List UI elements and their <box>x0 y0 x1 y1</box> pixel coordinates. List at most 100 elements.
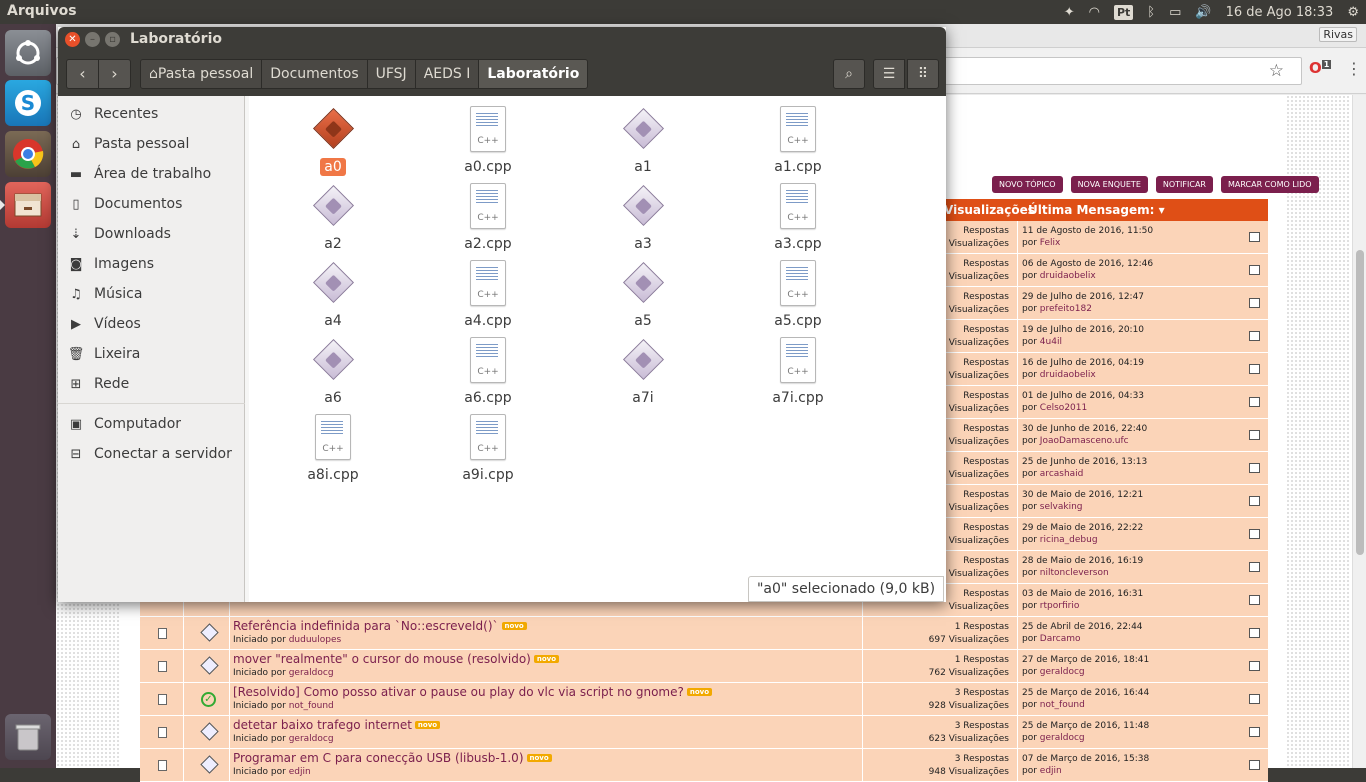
executable-file-item[interactable]: a6 <box>278 333 388 410</box>
cpp-file-item[interactable]: C++ a9i.cpp <box>433 410 543 487</box>
go-to-last-message-icon[interactable] <box>1249 694 1260 704</box>
last-message-user-link[interactable]: geraldocg <box>1040 667 1085 677</box>
clock[interactable]: 16 de Ago 18:33 <box>1226 5 1334 20</box>
views-column-header[interactable]: Visualizações <box>944 203 1035 217</box>
chrome-launcher[interactable] <box>5 131 51 177</box>
topic-title-link[interactable]: Referência indefinida para `No::escreveI… <box>233 619 499 633</box>
sidebar-item-música[interactable]: ♫ Música <box>58 280 245 308</box>
bluetooth-icon[interactable]: ᛒ <box>1147 5 1155 20</box>
executable-file-item[interactable]: a5 <box>588 256 698 333</box>
maximize-window-button[interactable]: ▫ <box>105 32 120 47</box>
go-to-last-message-icon[interactable] <box>1249 265 1260 275</box>
executable-file-item[interactable]: a4 <box>278 256 388 333</box>
go-to-last-message-icon[interactable] <box>1249 760 1260 770</box>
close-window-button[interactable]: ✕ <box>65 32 80 47</box>
dash-home-button[interactable] <box>5 30 51 76</box>
topic-title-link[interactable]: mover "realmente" o cursor do mouse (res… <box>233 652 531 666</box>
last-message-user-link[interactable]: prefeito182 <box>1040 304 1092 314</box>
gear-icon[interactable]: ⚙ <box>1347 5 1359 20</box>
author-link[interactable]: duduulopes <box>289 635 341 645</box>
minimize-window-button[interactable]: – <box>85 32 100 47</box>
executable-file-item[interactable]: a1 <box>588 102 698 179</box>
last-message-user-link[interactable]: JoaoDamasceno.ufc <box>1040 436 1129 446</box>
breadcrumb-laboratorio[interactable]: Laboratório <box>479 60 588 88</box>
app-menu-title[interactable]: Arquivos <box>7 3 77 19</box>
go-to-last-message-icon[interactable] <box>1249 628 1260 638</box>
cpp-file-item[interactable]: C++ a7i.cpp <box>743 333 853 410</box>
notify-button[interactable]: NOTIFICAR <box>1155 176 1213 193</box>
mark-read-button[interactable]: MARCAR COMO LIDO <box>1220 176 1319 193</box>
go-to-last-message-icon[interactable] <box>1249 463 1260 473</box>
window-titlebar[interactable]: ✕ – ▫ Laboratório <box>58 27 946 52</box>
last-message-user-link[interactable]: Felix <box>1040 238 1061 248</box>
last-message-user-link[interactable]: 4u4il <box>1040 337 1062 347</box>
topic-title-link[interactable]: Programar em C para conecção USB (libusb… <box>233 751 524 765</box>
author-link[interactable]: not_found <box>289 701 334 711</box>
go-to-last-message-icon[interactable] <box>1249 430 1260 440</box>
last-message-user-link[interactable]: Celso2011 <box>1040 403 1087 413</box>
battery-icon[interactable]: ▭ <box>1169 5 1181 20</box>
dropbox-icon[interactable]: ✦ <box>1064 5 1075 20</box>
last-message-user-link[interactable]: arcashaid <box>1040 469 1084 479</box>
cpp-file-item[interactable]: C++ a0.cpp <box>433 102 543 179</box>
cpp-file-item[interactable]: C++ a5.cpp <box>743 256 853 333</box>
last-message-user-link[interactable]: niltoncleverson <box>1040 568 1109 578</box>
sidebar-item-rede[interactable]: ⊞ Rede <box>58 370 245 398</box>
last-message-user-link[interactable]: rtporfirio <box>1040 601 1080 611</box>
executable-file-item[interactable]: a3 <box>588 179 698 256</box>
executable-file-item[interactable]: a7i <box>588 333 698 410</box>
browser-menu-icon[interactable]: ⋮ <box>1346 59 1362 78</box>
sidebar-item-documentos[interactable]: ▯ Documentos <box>58 190 245 218</box>
author-link[interactable]: geraldocg <box>289 668 334 678</box>
last-message-user-link[interactable]: ricina_debug <box>1040 535 1098 545</box>
cpp-file-item[interactable]: C++ a3.cpp <box>743 179 853 256</box>
last-message-user-link[interactable]: not_found <box>1040 700 1085 710</box>
new-topic-button[interactable]: NOVO TÓPICO <box>992 176 1063 193</box>
go-to-last-message-icon[interactable] <box>1249 727 1260 737</box>
trash-launcher[interactable] <box>5 714 51 760</box>
last-message-column-header[interactable]: Última Mensagem: ▾ <box>1028 203 1165 217</box>
go-to-last-message-icon[interactable] <box>1249 595 1260 605</box>
topic-title-link[interactable]: detetar baixo trafego internet <box>233 718 412 732</box>
sidebar-item-imagens[interactable]: ◙ Imagens <box>58 250 245 278</box>
go-to-last-message-icon[interactable] <box>1249 661 1260 671</box>
go-to-last-message-icon[interactable] <box>1249 496 1260 506</box>
last-message-user-link[interactable]: selvaking <box>1040 502 1083 512</box>
sidebar-item-pasta-pessoal[interactable]: ⌂ Pasta pessoal <box>58 130 245 158</box>
topic-title-link[interactable]: [Resolvido] Como posso ativar o pause ou… <box>233 685 684 699</box>
profile-button[interactable]: Rivas <box>1319 27 1357 42</box>
breadcrumb-documentos[interactable]: Documentos <box>262 60 368 88</box>
last-message-user-link[interactable]: druidaobelix <box>1040 370 1096 380</box>
sidebar-item-recentes[interactable]: ◷ Recentes <box>58 100 245 128</box>
files-launcher[interactable] <box>0 182 51 228</box>
go-to-last-message-icon[interactable] <box>1249 562 1260 572</box>
sidebar-item-vídeos[interactable]: ▶ Vídeos <box>58 310 245 338</box>
go-to-last-message-icon[interactable] <box>1249 364 1260 374</box>
forward-button[interactable]: › <box>98 59 131 89</box>
last-message-user-link[interactable]: geraldocg <box>1040 733 1085 743</box>
sidebar-item-computador[interactable]: ▣ Computador <box>58 410 245 438</box>
wifi-icon[interactable]: ◠ <box>1089 5 1100 20</box>
last-message-user-link[interactable]: Darcamo <box>1040 634 1081 644</box>
back-button[interactable]: ‹ <box>66 59 99 89</box>
cpp-file-item[interactable]: C++ a2.cpp <box>433 179 543 256</box>
sidebar-item-lixeira[interactable]: 🗑 Lixeira <box>58 340 245 368</box>
volume-icon[interactable]: 🔊 <box>1195 5 1211 20</box>
executable-file-item[interactable]: a0 <box>278 102 388 179</box>
cpp-file-item[interactable]: C++ a4.cpp <box>433 256 543 333</box>
breadcrumb-home[interactable]: ⌂Pasta pessoal <box>141 60 263 88</box>
extension-icon[interactable]: O1 <box>1309 59 1332 77</box>
skype-launcher[interactable]: S <box>5 80 51 126</box>
go-to-last-message-icon[interactable] <box>1249 232 1260 242</box>
scrollbar-thumb[interactable] <box>1356 250 1364 555</box>
bookmark-star-icon[interactable]: ☆ <box>1269 61 1284 81</box>
cpp-file-item[interactable]: C++ a1.cpp <box>743 102 853 179</box>
go-to-last-message-icon[interactable] <box>1249 529 1260 539</box>
go-to-last-message-icon[interactable] <box>1249 298 1260 308</box>
executable-file-item[interactable]: a2 <box>278 179 388 256</box>
cpp-file-item[interactable]: C++ a6.cpp <box>433 333 543 410</box>
breadcrumb-aeds[interactable]: AEDS I <box>415 60 480 88</box>
go-to-last-message-icon[interactable] <box>1249 331 1260 341</box>
sidebar-item-conectar-a-servidor[interactable]: ⊟ Conectar a servidor <box>58 440 245 468</box>
new-poll-button[interactable]: NOVA ENQUETE <box>1070 176 1148 193</box>
